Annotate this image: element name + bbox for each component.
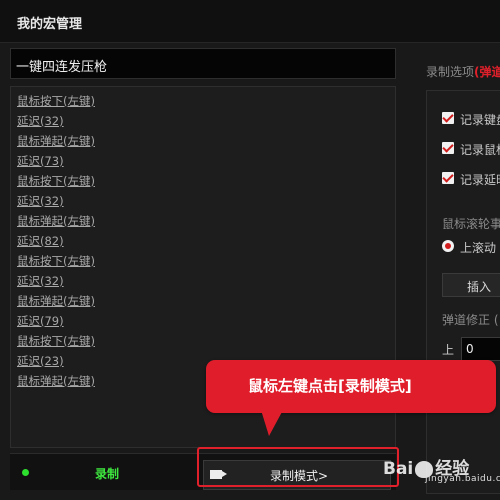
list-item[interactable]: 延迟(23) bbox=[17, 353, 64, 369]
wheel-event-label: 鼠标滚轮事 bbox=[442, 217, 500, 231]
macro-name-field[interactable]: 一键四连发压枪 bbox=[10, 48, 396, 79]
record-button[interactable]: 录制 bbox=[95, 465, 119, 482]
list-item[interactable]: 鼠标弹起(左键) bbox=[17, 293, 95, 309]
checkbox-record-delay[interactable] bbox=[442, 172, 454, 184]
checkbox-label: 记录延时 bbox=[460, 173, 500, 187]
checkbox-record-mouse[interactable] bbox=[442, 142, 454, 154]
list-item[interactable]: 延迟(73) bbox=[17, 153, 64, 169]
macro-name-text: 一键四连发压枪 bbox=[16, 60, 108, 75]
list-item[interactable]: 鼠标按下(左键) bbox=[17, 93, 95, 109]
options-title: 录制选项(弹道 bbox=[426, 63, 500, 80]
list-item[interactable]: 鼠标弹起(左键) bbox=[17, 213, 95, 229]
watermark-brand: Bai bbox=[383, 459, 414, 479]
insert-button[interactable]: 插入 bbox=[442, 273, 500, 297]
list-item[interactable]: 鼠标按下(左键) bbox=[17, 253, 95, 269]
list-item[interactable]: 鼠标弹起(左键) bbox=[17, 373, 95, 389]
watermark-url: jingyan.baidu.com bbox=[425, 474, 500, 484]
list-item[interactable]: 延迟(32) bbox=[17, 193, 64, 209]
record-options-panel: 录制选项(弹道 记录键盘 记录鼠标 记录延时 鼠标滚轮事 上滚动 插入 弹道修正… bbox=[410, 48, 500, 494]
ballistic-correction-label: 弹道修正 ( bbox=[442, 313, 499, 327]
record-status-dot bbox=[22, 469, 29, 476]
list-item[interactable]: 延迟(79) bbox=[17, 313, 64, 329]
options-title-text: 录制选项 bbox=[426, 65, 475, 79]
list-item[interactable]: 鼠标按下(左键) bbox=[17, 333, 95, 349]
list-item[interactable]: 延迟(32) bbox=[17, 273, 64, 289]
list-item[interactable]: 鼠标弹起(左键) bbox=[17, 133, 95, 149]
callout-text: 鼠标左键点击[录制模式] bbox=[248, 377, 412, 395]
list-item[interactable]: 延迟(32) bbox=[17, 113, 64, 129]
title-bar: 我的宏管理 bbox=[0, 0, 500, 43]
up-value: 0 bbox=[466, 342, 474, 356]
watermark: Bai经验 jingyan.baidu.com bbox=[383, 454, 500, 484]
list-item[interactable]: 延迟(82) bbox=[17, 233, 64, 249]
options-title-accent: (弹道 bbox=[474, 65, 500, 79]
checkbox-record-keyboard[interactable] bbox=[442, 112, 454, 124]
list-item[interactable]: 鼠标按下(左键) bbox=[17, 173, 95, 189]
window-title: 我的宏管理 bbox=[17, 17, 83, 32]
up-label: 上 bbox=[442, 343, 455, 357]
options-box: 记录键盘 记录鼠标 记录延时 鼠标滚轮事 上滚动 插入 弹道修正 ( 上 0 bbox=[426, 90, 500, 494]
radio-label: 上滚动 bbox=[460, 241, 497, 255]
checkbox-label: 记录鼠标 bbox=[460, 143, 500, 157]
radio-scroll-up[interactable] bbox=[442, 240, 454, 252]
checkbox-label: 记录键盘 bbox=[460, 113, 500, 127]
insert-label: 插入 bbox=[467, 280, 492, 294]
instruction-callout: 鼠标左键点击[录制模式] bbox=[206, 360, 496, 436]
up-value-input[interactable]: 0 bbox=[461, 337, 500, 361]
macro-panel: 一键四连发压枪 鼠标按下(左键) 延迟(32) 鼠标弹起(左键) 延迟(73) … bbox=[10, 48, 396, 492]
highlight-frame bbox=[197, 447, 399, 487]
